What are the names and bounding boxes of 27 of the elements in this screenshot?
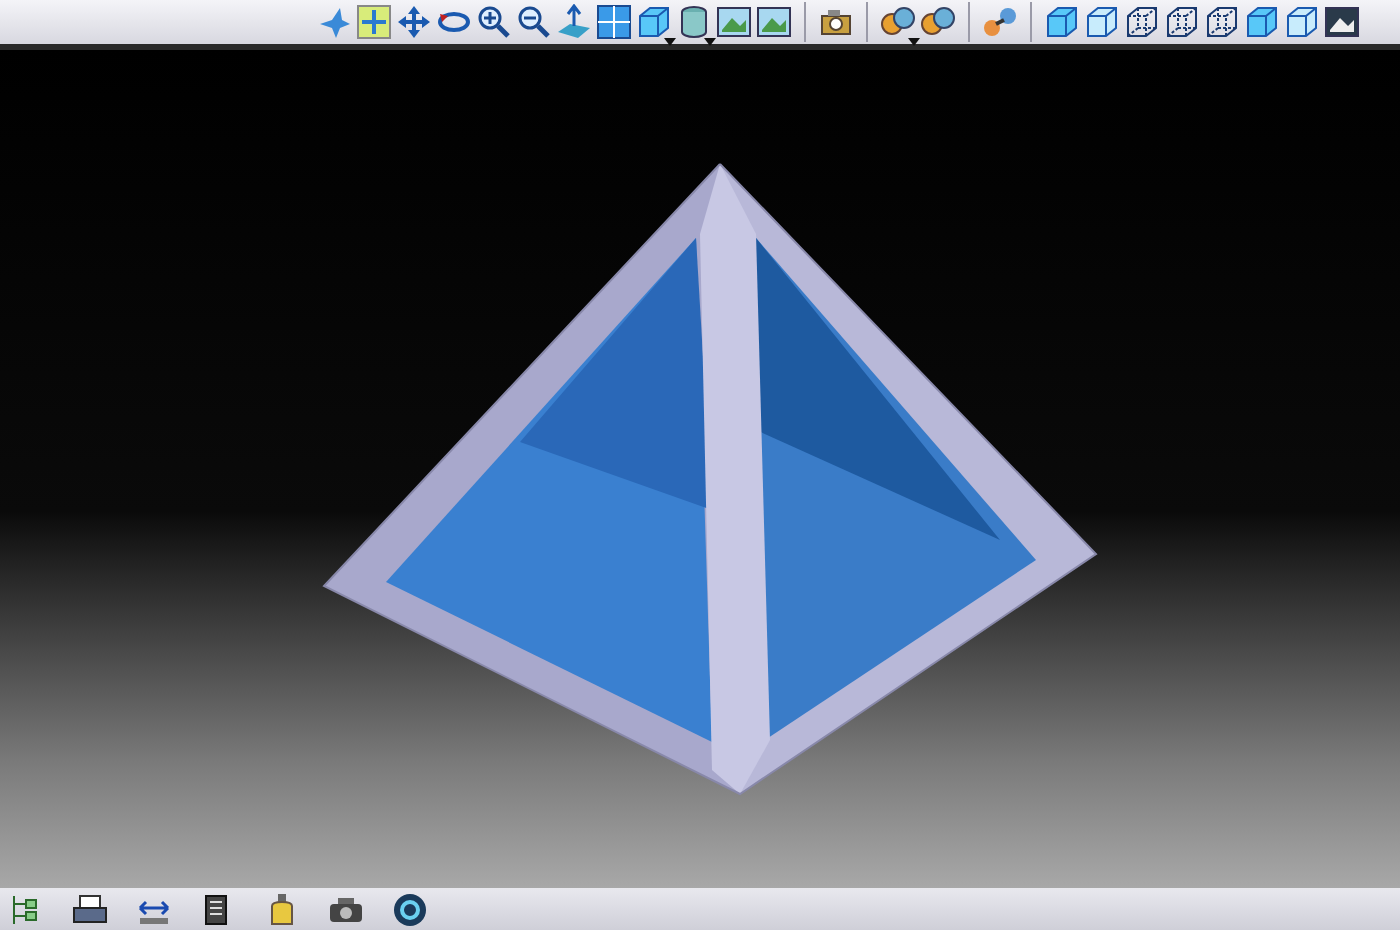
grid-icon[interactable] (596, 4, 632, 40)
spheres-icon[interactable] (920, 4, 956, 40)
dropdown-arrow-icon[interactable] (908, 38, 920, 46)
wireframe-cube-icon[interactable] (1164, 4, 1200, 40)
spheres-icon[interactable] (880, 4, 916, 40)
dropdown-arrow-icon[interactable] (704, 38, 716, 46)
cube-icon[interactable] (636, 4, 672, 40)
picture-icon[interactable] (716, 4, 752, 40)
refresh-icon[interactable] (392, 891, 428, 927)
wireframe-cube-icon[interactable] (1204, 4, 1240, 40)
cube-icon[interactable] (1044, 4, 1080, 40)
pan-icon[interactable] (396, 4, 432, 40)
fit-all-icon[interactable] (356, 4, 392, 40)
cylinder-icon[interactable] (676, 4, 712, 40)
link-icon[interactable] (982, 4, 1018, 40)
zoom-out-icon[interactable] (516, 4, 552, 40)
cube-icon[interactable] (1284, 4, 1320, 40)
zoom-in-icon[interactable] (476, 4, 512, 40)
wireframe-cube-icon[interactable] (1124, 4, 1160, 40)
camera-icon[interactable] (818, 4, 854, 40)
picture-icon[interactable] (756, 4, 792, 40)
plane-arrow-icon[interactable] (556, 4, 592, 40)
picture-icon[interactable] (1324, 4, 1360, 40)
printer-icon[interactable] (72, 891, 108, 927)
cube-icon[interactable] (1084, 4, 1120, 40)
dropdown-arrow-icon[interactable] (664, 38, 676, 46)
cube-icon[interactable] (1244, 4, 1280, 40)
